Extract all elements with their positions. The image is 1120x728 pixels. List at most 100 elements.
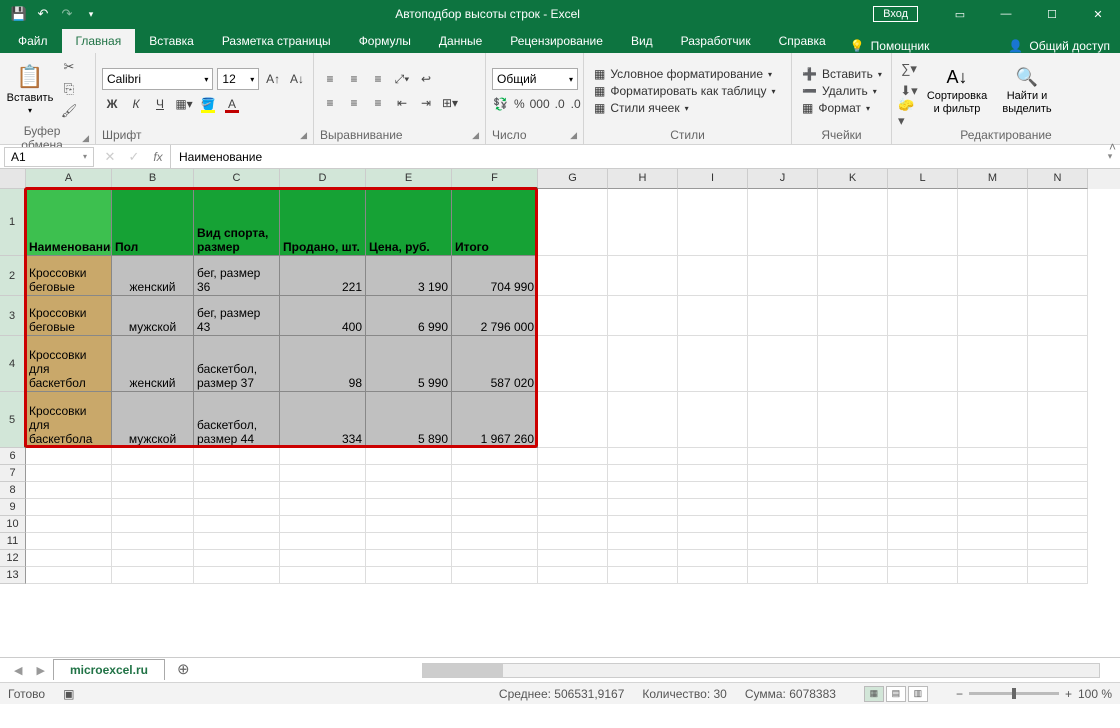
cell[interactable] <box>112 448 194 465</box>
cell[interactable] <box>112 516 194 533</box>
table-header-cell[interactable]: Пол <box>112 189 194 256</box>
cell[interactable] <box>26 567 112 584</box>
align-right-icon[interactable]: ≡ <box>368 93 388 113</box>
clear-icon[interactable]: 🧽▾ <box>898 103 920 123</box>
cell[interactable] <box>452 533 538 550</box>
align-center-icon[interactable]: ≡ <box>344 93 364 113</box>
cell[interactable] <box>1028 550 1088 567</box>
cell[interactable] <box>280 465 366 482</box>
tab-formulas[interactable]: Формулы <box>345 29 425 53</box>
cell[interactable] <box>818 482 888 499</box>
cell[interactable] <box>538 392 608 448</box>
cell[interactable] <box>678 550 748 567</box>
cell[interactable] <box>888 256 958 296</box>
table-header-cell[interactable]: Вид спорта, размер <box>194 189 280 256</box>
cell[interactable] <box>1028 448 1088 465</box>
cell[interactable] <box>366 448 452 465</box>
cell[interactable] <box>538 296 608 336</box>
cell[interactable] <box>678 296 748 336</box>
cell[interactable] <box>888 189 958 256</box>
number-format-combo[interactable]: Общий▾ <box>492 68 578 90</box>
tab-data[interactable]: Данные <box>425 29 496 53</box>
font-color-button[interactable]: A <box>222 94 242 114</box>
view-normal-icon[interactable]: ▦ <box>864 686 884 702</box>
column-header[interactable]: A <box>26 169 112 189</box>
cell[interactable] <box>452 499 538 516</box>
cell[interactable] <box>608 296 678 336</box>
merge-icon[interactable]: ⊞▾ <box>440 93 460 113</box>
tab-layout[interactable]: Разметка страницы <box>208 29 345 53</box>
cell[interactable] <box>26 465 112 482</box>
cell[interactable] <box>818 567 888 584</box>
cell[interactable] <box>608 533 678 550</box>
cell[interactable] <box>958 392 1028 448</box>
border-button[interactable]: ▦▾ <box>174 94 194 114</box>
cell[interactable] <box>26 533 112 550</box>
align-middle-icon[interactable]: ≡ <box>344 69 364 89</box>
dialog-launcher-icon[interactable]: ◢ <box>82 133 89 144</box>
cell[interactable] <box>280 482 366 499</box>
indent-dec-icon[interactable]: ⇤ <box>392 93 412 113</box>
cell[interactable] <box>958 499 1028 516</box>
cell[interactable] <box>958 256 1028 296</box>
table-cell[interactable]: 400 <box>280 296 366 336</box>
cell[interactable] <box>538 336 608 392</box>
cell[interactable] <box>888 499 958 516</box>
table-cell[interactable]: 5 990 <box>366 336 452 392</box>
view-page-layout-icon[interactable]: ▤ <box>886 686 906 702</box>
cell[interactable] <box>818 256 888 296</box>
cell[interactable] <box>366 482 452 499</box>
column-header[interactable]: E <box>366 169 452 189</box>
dialog-launcher-icon[interactable]: ◢ <box>570 130 577 141</box>
cell[interactable] <box>112 567 194 584</box>
row-header[interactable]: 8 <box>0 482 26 499</box>
tab-review[interactable]: Рецензирование <box>496 29 617 53</box>
minimize-icon[interactable]: — <box>984 0 1028 28</box>
table-cell[interactable]: баскетбол, размер 37 <box>194 336 280 392</box>
cell[interactable] <box>1028 392 1088 448</box>
cell[interactable] <box>112 499 194 516</box>
cell[interactable] <box>888 516 958 533</box>
tab-nav-prev-icon[interactable]: ◀ <box>8 664 28 677</box>
cell[interactable] <box>678 516 748 533</box>
cell[interactable] <box>818 392 888 448</box>
cell[interactable] <box>194 448 280 465</box>
wrap-text-icon[interactable]: ↩ <box>416 69 436 89</box>
format-cells-button[interactable]: ▦Формат▾ <box>798 100 886 116</box>
cell[interactable] <box>366 567 452 584</box>
cell[interactable] <box>1028 516 1088 533</box>
cell[interactable] <box>818 499 888 516</box>
cell[interactable] <box>888 336 958 392</box>
zoom-slider[interactable] <box>969 692 1059 695</box>
row-header[interactable]: 5 <box>0 392 26 448</box>
zoom-level[interactable]: 100 % <box>1078 687 1112 701</box>
column-header[interactable]: H <box>608 169 678 189</box>
cell[interactable] <box>958 296 1028 336</box>
currency-icon[interactable]: 💱 <box>492 94 509 114</box>
shrink-font-icon[interactable]: A↓ <box>287 69 307 89</box>
sort-filter-button[interactable]: A↓ Сортировка и фильтр <box>924 58 990 124</box>
tell-me[interactable]: 💡Помощник <box>840 39 940 53</box>
cell[interactable] <box>678 465 748 482</box>
cell[interactable] <box>538 567 608 584</box>
cell[interactable] <box>888 482 958 499</box>
cell[interactable] <box>280 533 366 550</box>
column-header[interactable]: N <box>1028 169 1088 189</box>
row-header[interactable]: 4 <box>0 336 26 392</box>
cell[interactable] <box>958 550 1028 567</box>
cell[interactable] <box>280 499 366 516</box>
cell[interactable] <box>608 392 678 448</box>
cell[interactable] <box>538 482 608 499</box>
table-cell[interactable]: 3 190 <box>366 256 452 296</box>
cell[interactable] <box>26 482 112 499</box>
cell[interactable] <box>366 465 452 482</box>
table-cell[interactable]: 1 967 260 <box>452 392 538 448</box>
worksheet[interactable]: ABCDEFGHIJKLMN 12345678910111213 Наимено… <box>0 169 1120 657</box>
table-cell[interactable]: женский <box>112 256 194 296</box>
table-cell[interactable]: мужской <box>112 392 194 448</box>
cell[interactable] <box>538 189 608 256</box>
comma-icon[interactable]: 000 <box>530 94 550 114</box>
cell[interactable] <box>1028 336 1088 392</box>
tab-help[interactable]: Справка <box>765 29 840 53</box>
cell[interactable] <box>748 516 818 533</box>
